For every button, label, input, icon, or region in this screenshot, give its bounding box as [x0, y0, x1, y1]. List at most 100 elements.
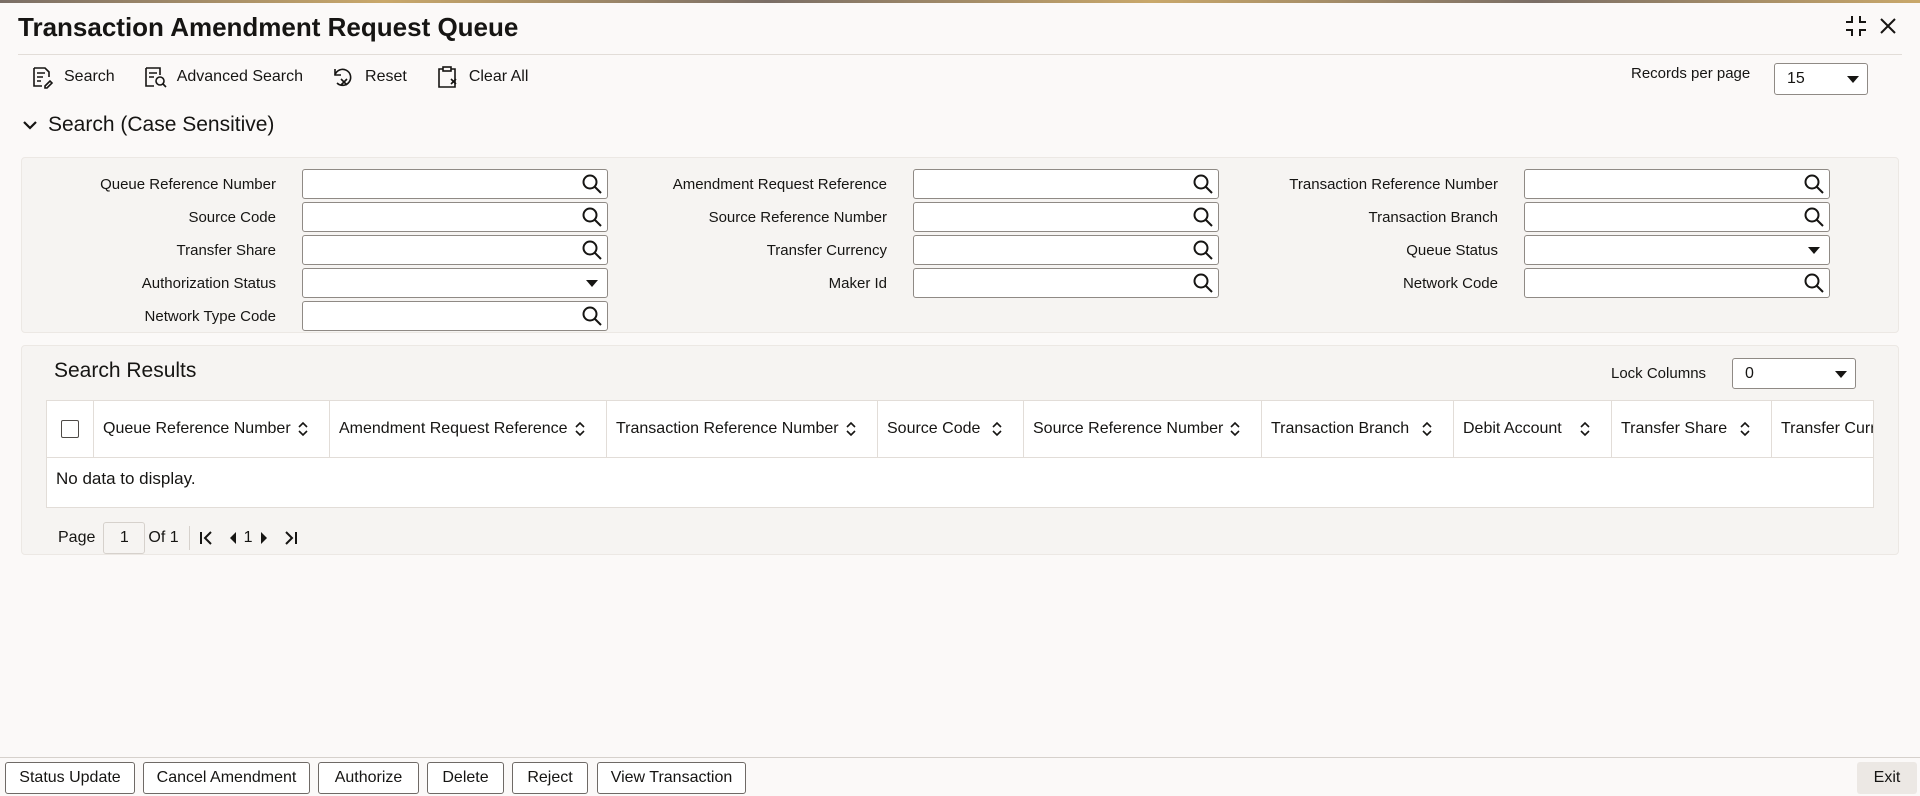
network-code-input[interactable] — [1524, 268, 1830, 298]
page-number-value: 1 — [119, 529, 129, 546]
page-title: Transaction Amendment Request Queue — [18, 12, 519, 42]
transaction-branch-label: Transaction Branch — [1368, 209, 1498, 226]
cancel-amendment-button[interactable]: Cancel Amendment — [143, 762, 310, 794]
reset-icon — [334, 68, 352, 87]
page-label: Page — [58, 529, 96, 546]
authorize-button[interactable]: Authorize — [318, 762, 419, 794]
search-icon[interactable] — [1803, 272, 1825, 294]
select-all-checkbox[interactable] — [61, 420, 79, 438]
view-transaction-button[interactable]: View Transaction — [597, 762, 746, 794]
lock-columns-label: Lock Columns — [1611, 365, 1707, 382]
advanced-search-button[interactable]: Advanced Search — [143, 65, 303, 89]
close-button[interactable] — [1874, 12, 1902, 40]
sort-icon[interactable] — [991, 420, 1003, 438]
column-header[interactable]: Source Reference Number — [1024, 401, 1262, 457]
maximize-button[interactable] — [1842, 12, 1870, 40]
chevron-down-icon — [23, 121, 37, 130]
transfer-share-input[interactable] — [302, 235, 608, 265]
search-icon[interactable] — [581, 305, 603, 327]
network-type-code-input[interactable] — [302, 301, 608, 331]
reject-button[interactable]: Reject — [512, 762, 588, 794]
sort-icon[interactable] — [297, 420, 309, 438]
toolbar: Search Advanced Search Reset Clear All — [30, 64, 556, 90]
title-divider — [18, 54, 1902, 55]
search-icon[interactable] — [1192, 239, 1214, 261]
source-reference-number-label: Source Reference Number — [708, 209, 887, 226]
clear-all-button-label: Clear All — [468, 68, 529, 85]
previous-page-icon — [229, 532, 236, 544]
lock-columns-select[interactable]: 0 — [1732, 358, 1856, 389]
transfer-currency-label: Transfer Currency — [766, 242, 887, 259]
results-table: Queue Reference Number Amendment Request… — [46, 400, 1874, 508]
transfer-currency-input[interactable] — [913, 235, 1219, 265]
last-page-icon — [284, 531, 297, 545]
search-icon[interactable] — [1192, 272, 1214, 294]
reset-button-label: Reset — [365, 68, 407, 85]
reset-button[interactable]: Reset — [331, 65, 407, 89]
close-icon — [1880, 18, 1896, 34]
sort-icon[interactable] — [1579, 420, 1591, 438]
transaction-reference-number-input[interactable] — [1524, 169, 1830, 199]
transaction-branch-input[interactable] — [1524, 202, 1830, 232]
status-update-button[interactable]: Status Update — [5, 762, 135, 794]
last-page-button[interactable] — [283, 530, 299, 546]
search-icon[interactable] — [1803, 173, 1825, 195]
sort-icon[interactable] — [574, 420, 586, 438]
page-number-input[interactable]: 1 — [103, 522, 146, 554]
sort-icon[interactable] — [845, 420, 857, 438]
source-code-input[interactable] — [302, 202, 608, 232]
search-section-title: Search (Case Sensitive) — [48, 113, 275, 136]
sort-icon[interactable] — [1229, 420, 1241, 438]
exit-button[interactable]: Exit — [1857, 762, 1917, 794]
source-code-label: Source Code — [188, 209, 276, 226]
first-page-icon — [199, 531, 212, 545]
column-header-label: Transfer Share — [1621, 420, 1728, 437]
column-header[interactable]: Queue Reference Number — [94, 401, 330, 457]
pagination-divider — [188, 526, 190, 550]
search-icon[interactable] — [581, 173, 603, 195]
column-header-label: Transaction Branch — [1271, 420, 1410, 437]
select-all-cell — [47, 401, 94, 457]
search-results-title: Search Results — [54, 359, 197, 382]
sort-icon[interactable] — [1421, 420, 1433, 438]
column-header[interactable]: Amendment Request Reference — [330, 401, 607, 457]
column-header[interactable]: Transaction Reference Number — [607, 401, 878, 457]
sort-icon[interactable] — [1739, 420, 1751, 438]
column-header[interactable]: Transfer Share — [1612, 401, 1772, 457]
records-per-page-value: 15 — [1787, 70, 1805, 87]
queue-reference-number-input[interactable] — [302, 169, 608, 199]
maximize-icon — [1846, 16, 1866, 36]
maker-id-input[interactable] — [913, 268, 1219, 298]
authorization-status-select[interactable] — [302, 268, 608, 298]
transfer-share-label: Transfer Share — [176, 242, 277, 259]
first-page-button[interactable] — [198, 530, 214, 546]
records-per-page-select[interactable]: 15 — [1774, 63, 1868, 95]
search-icon[interactable] — [1192, 173, 1214, 195]
column-header-label: Queue Reference Number — [103, 420, 291, 437]
column-header-label: Transfer Curre — [1781, 420, 1873, 437]
search-icon[interactable] — [1803, 206, 1825, 228]
queue-status-label: Queue Status — [1406, 242, 1498, 259]
empty-table-message: No data to display. — [56, 469, 196, 488]
previous-page-button[interactable] — [228, 531, 238, 545]
maker-id-label: Maker Id — [828, 275, 887, 292]
search-section-toggle[interactable]: Search (Case Sensitive) — [22, 113, 274, 137]
source-reference-number-input[interactable] — [913, 202, 1219, 232]
search-button[interactable]: Search — [30, 65, 115, 89]
delete-button[interactable]: Delete — [427, 762, 504, 794]
column-header[interactable]: Debit Account — [1454, 401, 1612, 457]
search-icon[interactable] — [581, 239, 603, 261]
search-icon[interactable] — [581, 206, 603, 228]
advanced-search-button-label: Advanced Search — [176, 68, 304, 85]
column-header[interactable]: Source Code — [878, 401, 1024, 457]
amendment-request-reference-input[interactable] — [913, 169, 1219, 199]
column-header[interactable]: Transfer Curre — [1772, 401, 1873, 457]
clear-all-button[interactable]: Clear All — [435, 65, 529, 89]
queue-status-select[interactable] — [1524, 235, 1830, 265]
column-header-label: Source Code — [887, 420, 981, 437]
clipboard-clear-icon — [438, 66, 457, 88]
next-page-button[interactable] — [259, 531, 269, 545]
chevron-down-icon — [1847, 76, 1859, 83]
column-header[interactable]: Transaction Branch — [1262, 401, 1454, 457]
search-icon[interactable] — [1192, 206, 1214, 228]
